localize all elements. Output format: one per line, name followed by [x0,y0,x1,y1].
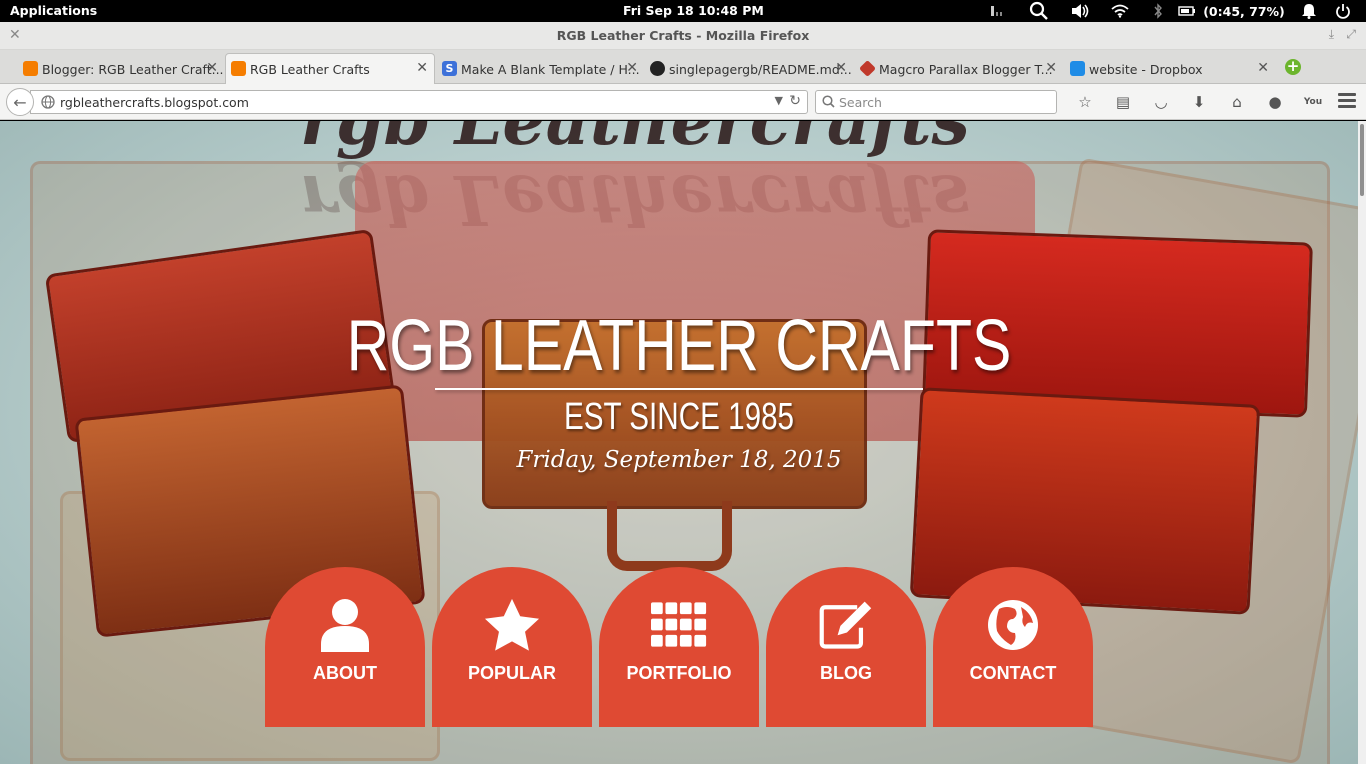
site-subtitle: EST SINCE 1985 [563,396,795,438]
menu-item-blog[interactable]: BLOG [766,567,926,727]
window-title: RGB Leather Crafts - Mozilla Firefox [556,28,810,43]
github-icon [650,61,665,76]
reload-icon[interactable]: ↻ [789,93,801,109]
notification-bell-icon[interactable] [1290,0,1328,22]
tab-rgb-leather-crafts[interactable]: RGB Leather Crafts ✕ [225,53,435,84]
menu-item-contact[interactable]: CONTACT [933,567,1093,727]
tab-github-readme[interactable]: singlepagergb/README.md... ✕ [645,54,853,84]
menu-label: ABOUT [313,663,377,683]
globe-icon [41,95,55,112]
clock[interactable]: Fri Sep 18 10:48 PM [623,3,764,18]
url-dropdown-icon[interactable]: ▼ [775,94,783,107]
menu-label: BLOG [820,663,872,683]
menu-item-popular[interactable]: POPULAR [432,567,592,727]
battery-status[interactable]: (0:45, 77%) [1198,0,1290,22]
battery-icon[interactable] [1176,0,1198,22]
grid-icon [651,597,707,653]
system-top-bar: Applications Fri Sep 18 10:48 PM (0:45, … [0,0,1366,22]
tab-label: Blogger: RGB Leather Craft... [42,61,224,77]
menu-label: PORTFOLIO [626,663,732,683]
back-button[interactable]: ← [6,88,34,116]
window-minimize-icon[interactable]: ⤓ [1329,27,1334,42]
edit-icon [818,597,874,653]
tab-label: website - Dropbox [1089,61,1203,77]
user-icon [317,597,373,653]
power-icon[interactable] [1328,0,1358,22]
hamburger-menu-icon[interactable] [1338,93,1356,109]
bluetooth-icon[interactable] [1140,0,1176,22]
navigation-bar: rgbleathercrafts.blogspot.com ▼ ↻ ← Sear… [0,84,1366,120]
dropbox-icon [1070,61,1085,76]
pocket-icon[interactable]: ◡ [1142,92,1180,112]
search-icon [822,95,835,111]
url-bar[interactable]: rgbleathercrafts.blogspot.com ▼ ↻ [30,90,808,114]
center-case-handle-image [607,501,732,571]
new-tab-icon[interactable]: + [1285,59,1301,75]
chat-icon[interactable]: ● [1256,92,1294,112]
blogger-icon [23,61,38,76]
youtube-icon[interactable]: You [1294,92,1332,112]
magcro-icon [859,60,876,77]
menu-label: CONTACT [969,663,1057,683]
tab-close-icon[interactable]: ✕ [416,60,428,76]
home-icon[interactable]: ⌂ [1218,92,1256,112]
download-icon[interactable]: ⬇ [1180,92,1218,112]
scrollbar-thumb[interactable] [1360,124,1364,196]
workspace-icon[interactable] [980,0,1018,22]
tab-label: RGB Leather Crafts [250,61,370,77]
tab-magcro[interactable]: Magcro Parallax Blogger T... ✕ [855,54,1063,84]
main-menu: ABOUT POPULAR PORTFOLIO BLOG CONTACT [265,567,1093,727]
s-icon: S [442,61,457,76]
menu-item-portfolio[interactable]: PORTFOLIO [599,567,759,727]
page-scrollbar[interactable] [1358,121,1366,764]
current-date: Friday, September 18, 2015 [516,447,842,473]
tab-strip: Blogger: RGB Leather Craft... ✕ RGB Leat… [0,50,1366,84]
page-content: rgb Leathercrafts rgb Leathercrafts RGB … [0,121,1358,764]
menu-label: POPULAR [467,663,556,683]
toolbar-icons: ☆ ▤ ◡ ⬇ ⌂ ● You [1066,92,1332,112]
system-tray: (0:45, 77%) [980,0,1358,22]
star-icon [484,597,540,653]
tab-close-icon[interactable]: ✕ [626,60,638,76]
tab-blank-template[interactable]: S Make A Blank Template / H... ✕ [437,54,644,84]
search-input[interactable]: Search [815,90,1057,114]
tab-label: Magcro Parallax Blogger T... [879,61,1053,77]
menu-item-about[interactable]: ABOUT [265,567,425,727]
search-icon[interactable] [1018,0,1060,22]
tab-close-icon[interactable]: ✕ [1257,60,1269,76]
search-placeholder: Search [839,95,882,110]
tab-label: singlepagergb/README.md... [669,61,852,77]
site-title: RGB LEATHER CRAFTS [346,306,1012,386]
window-titlebar: ✕ RGB Leather Crafts - Mozilla Firefox ⤓… [0,22,1366,50]
tab-blogger[interactable]: Blogger: RGB Leather Craft... ✕ [18,54,224,84]
back-arrow-icon: ← [13,92,27,112]
globe-icon [985,597,1041,653]
tab-label: Make A Blank Template / H... [461,61,640,77]
tab-close-icon[interactable]: ✕ [835,60,847,76]
url-text[interactable]: rgbleathercrafts.blogspot.com [60,95,249,110]
tab-close-icon[interactable]: ✕ [206,60,218,76]
tab-close-icon[interactable]: ✕ [1045,60,1057,76]
bookmark-star-icon[interactable]: ☆ [1066,92,1104,112]
tab-dropbox[interactable]: website - Dropbox ✕ [1065,54,1275,84]
window-maximize-icon[interactable]: ⤢ [1346,27,1356,42]
background-script-logo: rgb Leathercrafts [300,121,970,161]
applications-menu[interactable]: Applications [10,3,97,18]
title-divider [435,388,923,390]
volume-icon[interactable] [1060,0,1100,22]
blogger-icon [231,61,246,76]
wifi-icon[interactable] [1100,0,1140,22]
reading-list-icon[interactable]: ▤ [1104,92,1142,112]
